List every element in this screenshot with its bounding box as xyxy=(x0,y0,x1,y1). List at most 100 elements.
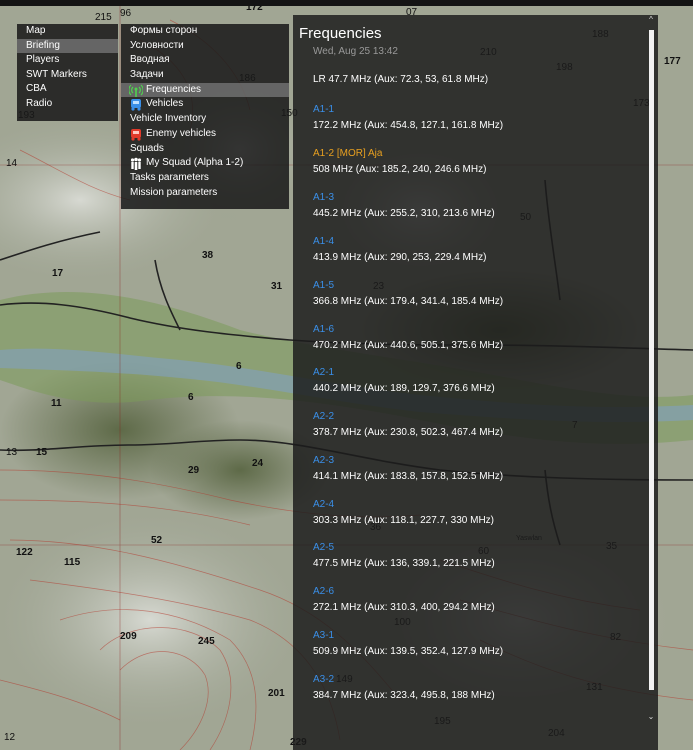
frequency-entry: A3-1 509.9 MHz (Aux: 139.5, 352.4, 127.9… xyxy=(313,629,503,658)
blue-vehicle-icon xyxy=(131,99,141,111)
svg-text:38: 38 xyxy=(202,250,214,261)
frequency-value: 445.2 MHz (Aux: 255.2, 310, 213.6 MHz) xyxy=(313,208,495,219)
frequency-value: 303.3 MHz (Aux: 118.1, 227.7, 330 MHz) xyxy=(313,515,495,526)
submenu-item-label: Vehicles xyxy=(146,98,184,110)
frequency-entry: A1-5 366.8 MHz (Aux: 179.4, 341.4, 185.4… xyxy=(313,279,503,308)
top-title-strip xyxy=(0,0,693,6)
frequency-entry: A1-1 172.2 MHz (Aux: 454.8, 127.1, 161.8… xyxy=(313,103,503,132)
frequency-value: 378.7 MHz (Aux: 230.8, 502.3, 467.4 MHz) xyxy=(313,427,504,438)
briefing-sub-menu: Формы сторон Условности Вводная Задачи F… xyxy=(121,24,289,209)
frequency-value: 509.9 MHz (Aux: 139.5, 352.4, 127.9 MHz) xyxy=(313,646,504,657)
submenu-item-side-forms[interactable]: Формы сторон xyxy=(121,24,289,39)
frequency-value: 384.7 MHz (Aux: 323.4, 495.8, 188 MHz) xyxy=(313,690,495,701)
frequency-entry: A1-2 [MOR] Aja 508 MHz (Aux: 185.2, 240,… xyxy=(313,147,486,176)
submenu-item-mission-parameters[interactable]: Mission parameters xyxy=(121,186,289,201)
frequency-entry: A2-3 414.1 MHz (Aux: 183.8, 157.8, 152.5… xyxy=(313,454,503,483)
squad-name: A2-6 xyxy=(313,586,335,597)
radio-tower-icon xyxy=(129,84,143,97)
svg-text:12: 12 xyxy=(4,732,16,743)
squad-name: A2-1 xyxy=(313,367,335,378)
long-range-frequency: LR 47.7 MHz (Aux: 72.3, 53, 61.8 MHz) xyxy=(313,74,489,85)
scroll-down-arrow-icon[interactable]: ⌄ xyxy=(646,712,656,722)
submenu-item-frequencies[interactable]: Frequencies xyxy=(121,82,289,98)
squad-name: A2-3 xyxy=(313,455,335,466)
frequency-entry: A1-6 470.2 MHz (Aux: 440.6, 505.1, 375.6… xyxy=(313,323,503,352)
squad-name: A1-4 xyxy=(313,236,335,247)
frequency-value: 272.1 MHz (Aux: 310.3, 400, 294.2 MHz) xyxy=(313,602,495,613)
submenu-item-label: Условности xyxy=(130,39,184,51)
submenu-item-label: Формы сторон xyxy=(130,25,198,36)
submenu-item-vehicles[interactable]: Vehicles xyxy=(121,97,289,112)
menu-item-map[interactable]: Map xyxy=(17,24,118,39)
frequency-entry: A2-6 272.1 MHz (Aux: 310.3, 400, 294.2 M… xyxy=(313,585,495,614)
frequency-entry: A1-3 445.2 MHz (Aux: 255.2, 310, 213.6 M… xyxy=(313,191,495,220)
svg-text:245: 245 xyxy=(198,636,215,647)
frequency-entry: A2-1 440.2 MHz (Aux: 189, 129.7, 376.6 M… xyxy=(313,366,495,395)
svg-text:24: 24 xyxy=(252,458,264,469)
squad-name: A1-3 xyxy=(313,192,335,203)
svg-text:29: 29 xyxy=(188,465,200,476)
svg-text:209: 209 xyxy=(120,631,137,642)
frequency-value: 414.1 MHz (Aux: 183.8, 157.8, 152.5 MHz) xyxy=(313,471,504,482)
squad-icon xyxy=(130,157,142,171)
submenu-item-squads[interactable]: Squads xyxy=(121,142,289,157)
submenu-item-tasks-parameters[interactable]: Tasks parameters xyxy=(121,171,289,186)
menu-item-radio[interactable]: Radio xyxy=(17,97,118,112)
frequency-value: 366.8 MHz (Aux: 179.4, 341.4, 185.4 MHz) xyxy=(313,296,504,307)
svg-text:13: 13 xyxy=(6,447,18,458)
svg-text:6: 6 xyxy=(236,361,242,372)
frequency-entry: A1-4 413.9 MHz (Aux: 290, 253, 229.4 MHz… xyxy=(313,235,486,264)
submenu-item-label: Frequencies xyxy=(146,83,202,95)
submenu-item-vehicle-inventory[interactable]: Vehicle Inventory xyxy=(121,112,289,127)
menu-item-swt-markers[interactable]: SWT Markers xyxy=(17,68,118,83)
submenu-item-label: Squads xyxy=(130,142,164,154)
squad-name: A3-2 xyxy=(313,674,335,685)
squad-name: A1-1 xyxy=(313,104,335,115)
svg-text:215: 215 xyxy=(95,12,112,23)
submenu-item-intro[interactable]: Вводная xyxy=(121,53,289,68)
submenu-item-label: Mission parameters xyxy=(130,186,218,198)
frequency-value: 477.5 MHz (Aux: 136, 339.1, 221.5 MHz) xyxy=(313,558,495,569)
frequency-entry: A2-4 303.3 MHz (Aux: 118.1, 227.7, 330 M… xyxy=(313,498,494,527)
svg-text:122: 122 xyxy=(16,547,33,558)
svg-text:17: 17 xyxy=(52,268,64,279)
submenu-item-label: Вводная xyxy=(130,54,170,66)
submenu-item-conventions[interactable]: Условности xyxy=(121,39,289,54)
svg-text:96: 96 xyxy=(120,8,132,19)
submenu-item-label: My Squad (Alpha 1-2) xyxy=(146,157,244,169)
frequency-value: 440.2 MHz (Aux: 189, 129.7, 376.6 MHz) xyxy=(313,383,495,394)
menu-item-cba[interactable]: CBA xyxy=(17,82,118,97)
submenu-item-my-squad[interactable]: My Squad (Alpha 1-2) xyxy=(121,156,289,171)
page-title: Frequencies xyxy=(299,25,382,42)
frequency-value: 172.2 MHz (Aux: 454.8, 127.1, 161.8 MHz) xyxy=(313,120,504,131)
submenu-item-label: Vehicle Inventory xyxy=(130,113,207,125)
scroll-up-arrow-icon[interactable]: ^ xyxy=(646,15,656,25)
menu-item-briefing[interactable]: Briefing xyxy=(17,38,118,53)
submenu-item-label: Enemy vehicles xyxy=(146,127,217,139)
frequency-entry: A3-2 384.7 MHz (Aux: 323.4, 495.8, 188 M… xyxy=(313,673,495,702)
menu-item-players[interactable]: Players xyxy=(17,53,118,68)
squad-name: A1-2 [MOR] Aja xyxy=(313,148,383,159)
submenu-item-label: Tasks parameters xyxy=(130,171,209,183)
svg-text:14: 14 xyxy=(6,158,18,169)
scrollbar-thumb[interactable] xyxy=(649,30,654,690)
submenu-item-enemy-vehicles[interactable]: Enemy vehicles xyxy=(121,127,289,142)
frequency-entry: A2-2 378.7 MHz (Aux: 230.8, 502.3, 467.4… xyxy=(313,410,503,439)
svg-text:6: 6 xyxy=(188,392,194,403)
squad-name: A2-4 xyxy=(313,499,335,510)
date-time: Wed, Aug 25 13:42 xyxy=(313,46,398,57)
frequencies-panel: Frequencies Wed, Aug 25 13:42 LR 47.7 MH… xyxy=(293,15,658,750)
svg-text:52: 52 xyxy=(151,535,163,546)
frequency-entry: A2-5 477.5 MHz (Aux: 136, 339.1, 221.5 M… xyxy=(313,541,495,570)
frequency-value: 470.2 MHz (Aux: 440.6, 505.1, 375.6 MHz) xyxy=(313,340,504,351)
submenu-item-label: Задачи xyxy=(130,69,164,81)
submenu-item-tasks[interactable]: Задачи xyxy=(121,68,289,83)
frequency-value: 508 MHz (Aux: 185.2, 240, 246.6 MHz) xyxy=(313,164,487,175)
svg-text:115: 115 xyxy=(64,557,81,568)
squad-name: A2-5 xyxy=(313,542,335,553)
briefing-main-menu: Map Briefing Players SWT Markers CBA Rad… xyxy=(17,24,118,121)
svg-text:15: 15 xyxy=(36,447,48,458)
squad-name: A1-5 xyxy=(313,280,335,291)
squad-name: A1-6 xyxy=(313,324,335,335)
red-vehicle-icon xyxy=(131,128,141,141)
